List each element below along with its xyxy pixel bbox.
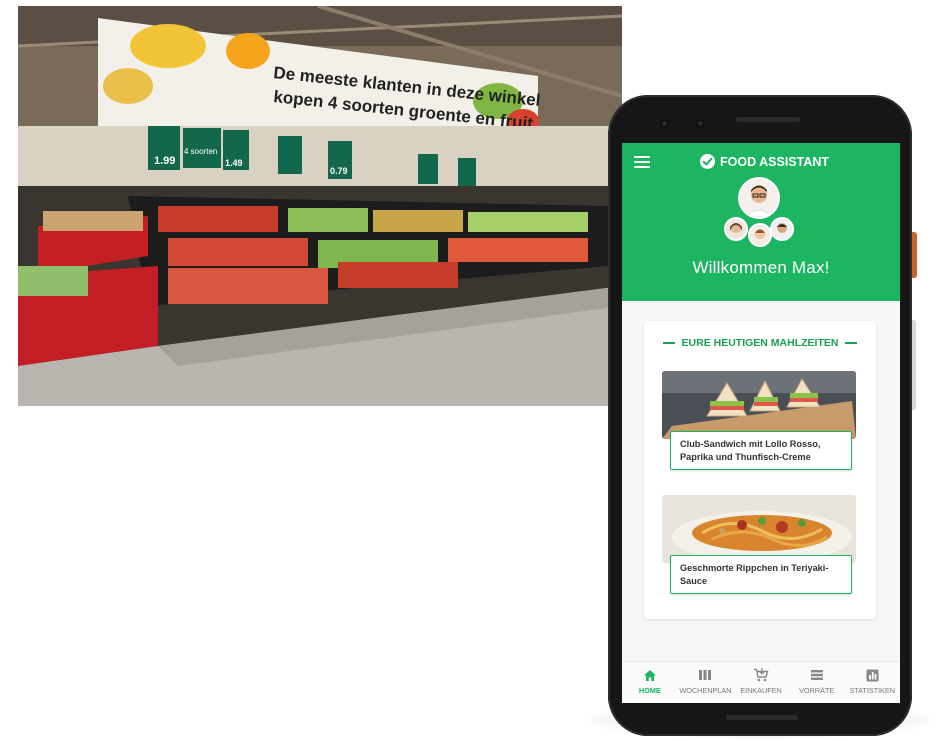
phone-frame: FOOD ASSISTANT Willkommen Max! EURE HEUT…	[608, 95, 912, 736]
brand-name: FOOD ASSISTANT	[720, 154, 830, 169]
app-screen: FOOD ASSISTANT Willkommen Max! EURE HEUT…	[622, 143, 900, 703]
nav-einkaufen[interactable]: EINKAUFEN	[733, 662, 789, 703]
meal-card[interactable]: Geschmorte Rippchen in Teriyaki-Sauce	[662, 495, 856, 599]
bottom-speaker	[726, 715, 798, 720]
checkmark-logo-icon	[700, 154, 715, 169]
family-member-avatar[interactable]	[750, 225, 770, 245]
meal-image	[662, 495, 856, 563]
price-tag: 0.79	[330, 166, 348, 176]
power-button	[912, 232, 917, 278]
nav-label: WOCHENPLAN	[679, 686, 732, 695]
bar-chart-icon	[864, 668, 880, 682]
list-icon	[809, 668, 825, 682]
section-title-text: EURE HEUTIGEN MAHLZEITEN	[681, 337, 839, 349]
nav-home[interactable]: HOME	[622, 662, 678, 703]
nav-wochenplan[interactable]: WOCHENPLAN	[678, 662, 734, 703]
meal-name: Club-Sandwich mit Lollo Rosso, Paprika u…	[670, 431, 852, 470]
family-member-avatar[interactable]	[726, 219, 746, 239]
meal-name: Geschmorte Rippchen in Teriyaki-Sauce	[670, 555, 852, 594]
nav-label: STATISTIKEN	[849, 686, 895, 695]
welcome-message: Willkommen Max!	[692, 258, 830, 277]
todays-meals-card: EURE HEUTIGEN MAHLZEITEN Club-Sandwich m…	[644, 321, 876, 619]
price-tag: 1.99	[154, 155, 175, 167]
supermarket-photo: De meeste klanten in deze winkel kopen 4…	[18, 6, 622, 406]
nav-vorraete[interactable]: VORRÄTE	[789, 662, 845, 703]
user-avatar[interactable]	[740, 179, 778, 217]
calendar-columns-icon	[697, 668, 713, 682]
meal-card[interactable]: Club-Sandwich mit Lollo Rosso, Paprika u…	[662, 371, 856, 475]
family-member-avatar[interactable]	[772, 219, 792, 239]
home-icon	[642, 668, 658, 682]
nav-label: VORRÄTE	[799, 686, 835, 695]
front-camera-icon	[660, 119, 669, 128]
earpiece-speaker	[736, 117, 800, 122]
nav-label: HOME	[638, 686, 661, 695]
nav-statistiken[interactable]: STATISTIKEN	[844, 662, 900, 703]
sensor-icon	[696, 119, 705, 128]
price-tag: 1.49	[225, 158, 243, 168]
hamburger-menu-icon[interactable]	[634, 156, 650, 168]
bottom-navigation: HOME WOCHENPLAN EINKAUFEN VORRÄTE STATIS…	[622, 661, 900, 703]
app-header: FOOD ASSISTANT Willkommen Max!	[622, 143, 900, 301]
section-title: EURE HEUTIGEN MAHLZEITEN	[644, 337, 876, 349]
volume-button	[912, 320, 916, 410]
sign-text: 4 soorten	[184, 147, 217, 156]
nav-label: EINKAUFEN	[740, 686, 782, 695]
meal-image	[662, 371, 856, 439]
shopping-cart-icon	[753, 668, 769, 682]
app-brand: FOOD ASSISTANT	[700, 154, 829, 169]
